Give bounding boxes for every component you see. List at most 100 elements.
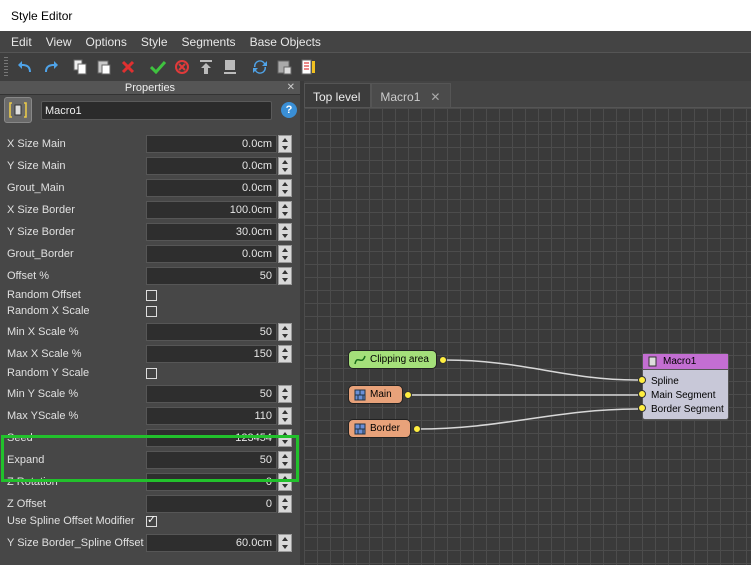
properties-panel: Properties ✕ ? X Size Main 0.0cm Y Size Ma… [0, 81, 300, 565]
property-value-field[interactable]: 110 [146, 407, 277, 425]
properties-header: Properties ✕ [0, 81, 300, 95]
spinner-button[interactable] [278, 157, 292, 175]
property-label: Grout_Main [7, 182, 65, 194]
menu-options[interactable]: Options [78, 35, 133, 49]
property-label: Y Size Border [7, 226, 75, 238]
property-label: Y Size Main [7, 160, 66, 172]
macro1-spline-input-port[interactable] [638, 376, 646, 384]
border-label: Border [370, 423, 401, 434]
macro-icon [646, 355, 659, 368]
property-label: Min X Scale % [7, 326, 79, 338]
property-value-field[interactable]: 100.0cm [146, 201, 277, 219]
property-checkbox[interactable] [146, 290, 157, 301]
tab-label: Top level [313, 90, 361, 104]
property-value-field[interactable]: 0.0cm [146, 179, 277, 197]
help-icon[interactable]: ? [281, 102, 297, 118]
property-label: Use Spline Offset Modifier [7, 515, 135, 527]
macro1-node-header: Macro1 [643, 354, 728, 370]
property-label: Max X Scale % [7, 348, 82, 360]
menu-bar: Edit View Options Style Segments Base Ob… [0, 31, 751, 52]
main-node[interactable]: Main [348, 385, 403, 404]
menu-view[interactable]: View [39, 35, 79, 49]
window-title: Style Editor [0, 0, 751, 31]
property-label: Random Y Scale [7, 367, 90, 379]
spinner-button[interactable] [278, 407, 292, 425]
property-checkbox[interactable] [146, 368, 157, 379]
property-label: X Size Border [7, 204, 75, 216]
properties-name-row: ? [0, 95, 300, 125]
spinner-button[interactable] [278, 135, 292, 153]
property-value-field[interactable]: 50 [146, 267, 277, 285]
clipping-area-node[interactable]: Clipping area [348, 350, 437, 369]
undo-icon[interactable] [14, 56, 38, 78]
property-checkbox[interactable] [146, 306, 157, 317]
export-icon[interactable] [272, 56, 296, 78]
move-bottom-icon[interactable] [218, 56, 242, 78]
port-label-border-segment: Border Segment [651, 404, 724, 415]
property-label: Random Offset [7, 289, 81, 301]
spinner-button[interactable] [278, 201, 292, 219]
border-output-port[interactable] [413, 425, 421, 433]
property-value-field[interactable]: 0.0cm [146, 135, 277, 153]
property-value-field[interactable]: 0 [146, 495, 277, 513]
menu-style[interactable]: Style [134, 35, 175, 49]
spinner-button[interactable] [278, 534, 292, 552]
property-label: Y Size Border_Spline Offset [7, 537, 144, 549]
spinner-button[interactable] [278, 223, 292, 241]
redo-icon[interactable] [38, 56, 62, 78]
paste-icon[interactable] [92, 56, 116, 78]
toolbar-grip[interactable] [4, 57, 8, 77]
property-label: Offset % [7, 270, 49, 282]
apply-icon[interactable] [146, 56, 170, 78]
highlight-box [1, 435, 299, 482]
copy-icon[interactable] [68, 56, 92, 78]
spinner-button[interactable] [278, 323, 292, 341]
node-graph-canvas[interactable]: Clipping area Main Border Macro1 Spline … [304, 107, 751, 565]
spinner-button[interactable] [278, 245, 292, 263]
property-label: Z Offset [7, 498, 46, 510]
property-value-field[interactable]: 0.0cm [146, 157, 277, 175]
property-label: Max YScale % [7, 410, 79, 422]
brick-icon [353, 422, 366, 435]
property-label: Grout_Border [7, 248, 74, 260]
spinner-button[interactable] [278, 267, 292, 285]
tab-top-level[interactable]: Top level [304, 83, 372, 107]
property-value-field[interactable]: 50 [146, 385, 277, 403]
spline-icon [353, 353, 366, 366]
macro1-node[interactable]: Macro1 Spline Main Segment Border Segmen… [642, 353, 729, 420]
macro-icon [4, 97, 32, 123]
property-value-field[interactable]: 60.0cm [146, 534, 277, 552]
brick-icon [353, 388, 366, 401]
delete-icon[interactable] [116, 56, 140, 78]
tab-close-icon[interactable]: ✕ [430, 90, 440, 104]
spinner-button[interactable] [278, 495, 292, 513]
spinner-button[interactable] [278, 345, 292, 363]
property-value-field[interactable]: 30.0cm [146, 223, 277, 241]
move-top-icon[interactable] [194, 56, 218, 78]
macro1-node-title: Macro1 [663, 356, 697, 367]
clipping-area-output-port[interactable] [439, 356, 447, 364]
menu-edit[interactable]: Edit [4, 35, 39, 49]
macro-name-input[interactable] [41, 101, 272, 120]
spinner-button[interactable] [278, 385, 292, 403]
spinner-button[interactable] [278, 179, 292, 197]
border-node[interactable]: Border [348, 419, 411, 438]
macro1-main-segment-input-port[interactable] [638, 390, 646, 398]
main-output-port[interactable] [404, 391, 412, 399]
main-label: Main [370, 389, 392, 400]
property-value-field[interactable]: 0.0cm [146, 245, 277, 263]
property-checkbox[interactable] [146, 513, 157, 527]
refresh-icon[interactable] [248, 56, 272, 78]
property-label: Min Y Scale % [7, 388, 79, 400]
property-value-field[interactable]: 50 [146, 323, 277, 341]
connection-lines [408, 359, 639, 430]
notes-icon[interactable] [296, 56, 320, 78]
macro1-border-segment-input-port[interactable] [638, 404, 646, 412]
close-icon[interactable]: ✕ [287, 81, 295, 95]
cancel-icon[interactable] [170, 56, 194, 78]
clipping-area-label: Clipping area [370, 354, 429, 365]
tab-macro1[interactable]: Macro1 ✕ [371, 83, 452, 107]
menu-base-objects[interactable]: Base Objects [243, 35, 328, 49]
menu-segments[interactable]: Segments [175, 35, 243, 49]
property-value-field[interactable]: 150 [146, 345, 277, 363]
